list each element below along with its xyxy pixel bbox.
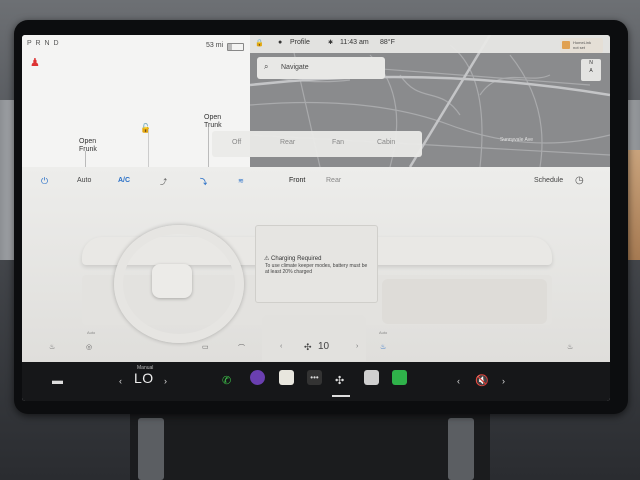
airflow-recirculate-icon[interactable]: ⤵	[200, 177, 207, 187]
road-label: Sunnyvale Ave	[500, 137, 533, 143]
navigate-placeholder: Navigate	[281, 64, 309, 71]
gear-indicator: P R N D	[27, 40, 60, 47]
seat-heater-right-icon[interactable]: ♨	[380, 343, 386, 351]
clock-icon[interactable]: ◷	[575, 175, 584, 186]
seat-heat-left-auto: Auto	[87, 330, 96, 335]
energy-app-icon[interactable]	[392, 370, 407, 385]
seatbelt-warning-icon: ♟	[30, 57, 40, 69]
interior-glovebox	[382, 279, 547, 324]
fan-increase-icon[interactable]: ›	[356, 343, 358, 350]
profile-icon[interactable]: ●	[278, 39, 282, 46]
popup-option-fan[interactable]: Fan	[332, 139, 344, 146]
clock-text: 11:43 am	[340, 39, 369, 46]
lock-pointer-line	[148, 129, 149, 171]
battery-icon	[227, 43, 244, 51]
popup-option-rear[interactable]: Rear	[280, 139, 295, 146]
airflow-face-icon[interactable]: ⤴	[160, 177, 167, 187]
car-icon[interactable]: ▬	[52, 374, 63, 388]
volume-increase-icon[interactable]: ›	[502, 374, 505, 388]
bluetooth-icon: ✱	[328, 40, 334, 46]
climate-bottom-controls: ♨ ◎ ▭ ⌒ ♨ ♨	[22, 341, 610, 361]
homelink-label: HomeLink not set	[573, 40, 592, 50]
steering-hub-illustration	[152, 264, 192, 298]
charging-required-card: ⚠ Charging Required To use climate keepe…	[255, 225, 378, 303]
active-app-indicator	[332, 395, 350, 397]
rear-defrost-icon[interactable]: ▭	[202, 343, 209, 351]
calendar-app-icon[interactable]	[279, 370, 294, 385]
climate-keeper-popup: Off Rear Fan Cabin	[212, 131, 422, 157]
search-icon: ⌕	[264, 62, 269, 71]
charging-required-message: To use climate keeper modes, battery mus…	[265, 263, 368, 275]
outside-temp-text: 88°F	[380, 39, 395, 46]
fan-dock-icon[interactable]: ✣	[335, 374, 344, 388]
open-trunk-button[interactable]: Open Trunk	[204, 114, 222, 130]
cabin-temp-value[interactable]: LO	[134, 370, 154, 386]
homelink-button[interactable]: HomeLink not set	[560, 38, 603, 53]
power-icon[interactable]: ⏻	[41, 176, 48, 187]
profile-button[interactable]: Profile	[290, 39, 310, 46]
fan-icon: ✣	[304, 342, 312, 352]
console-slot-left	[138, 418, 164, 480]
fan-decrease-icon[interactable]: ‹	[280, 343, 282, 350]
ac-button[interactable]: A/C	[118, 177, 130, 184]
center-console	[130, 412, 490, 480]
media-app-icon[interactable]	[250, 370, 265, 385]
phone-icon[interactable]: ✆	[222, 374, 231, 388]
seat-heater-passenger-icon[interactable]: ♨	[567, 343, 573, 351]
range-text: 53 mi	[206, 42, 224, 49]
bottom-dock: ▬ ‹ Manual LO › ✆ ••• ✣ ‹ 🔇 ›	[22, 362, 610, 401]
front-tab[interactable]: Front	[289, 177, 305, 184]
volume-mute-icon[interactable]: 🔇	[475, 374, 489, 388]
temp-decrease-icon[interactable]: ‹	[119, 374, 122, 388]
trunk-pointer-line	[208, 127, 209, 171]
compass-button[interactable]: N A	[581, 59, 601, 81]
temp-increase-icon[interactable]: ›	[164, 374, 167, 388]
fan-speed-value: 10	[318, 341, 330, 352]
front-defrost-icon[interactable]: ⌒	[238, 343, 245, 353]
open-frunk-button[interactable]: Open Frunk	[79, 138, 97, 154]
touchscreen: P R N D 53 mi ♟ 🔓 Open Frunk Open Trunk	[22, 35, 610, 401]
steering-heat-icon[interactable]: ◎	[86, 343, 92, 351]
defrost-icon[interactable]: ≋	[238, 177, 244, 185]
charging-required-title: ⚠ Charging Required	[264, 256, 322, 262]
more-apps-icon[interactable]: •••	[307, 370, 322, 385]
console-slot-right	[448, 418, 474, 480]
navigate-search-bar[interactable]: ⌕ Navigate	[257, 57, 385, 79]
auto-button[interactable]: Auto	[77, 177, 91, 184]
charging-title-text: Charging Required	[271, 256, 322, 262]
status-bar: 🔒 ● Profile ✱ 11:43 am 88°F	[250, 35, 610, 53]
seat-heater-left-icon[interactable]: ♨	[49, 343, 55, 351]
battery-fill	[228, 44, 232, 50]
homelink-icon	[562, 41, 570, 49]
theater-app-icon[interactable]	[364, 370, 379, 385]
lock-status-icon[interactable]: 🔒	[255, 39, 264, 47]
seat-heat-right-auto: Auto	[379, 330, 388, 335]
schedule-button[interactable]: Schedule	[534, 177, 563, 184]
popup-option-off[interactable]: Off	[232, 139, 241, 146]
climate-panel: ⏻ Auto A/C ⤴ ⤵ ≋ Front Rear Schedule ◷ ⚠…	[22, 167, 610, 362]
popup-option-cabin[interactable]: Cabin	[377, 139, 395, 146]
lock-icon[interactable]: 🔓	[140, 123, 151, 134]
rear-tab[interactable]: Rear	[326, 177, 341, 184]
volume-decrease-icon[interactable]: ‹	[457, 374, 460, 388]
